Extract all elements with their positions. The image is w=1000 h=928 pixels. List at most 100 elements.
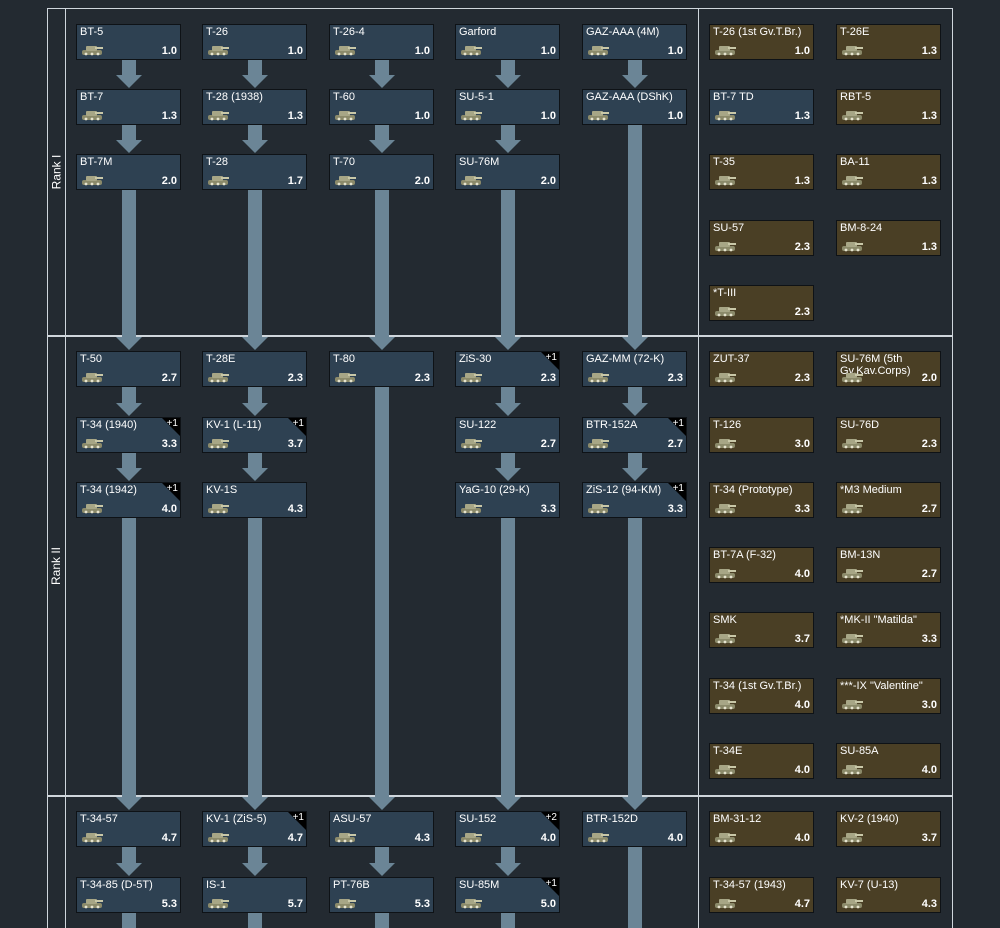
tank-icon (713, 434, 737, 450)
vehicle-card[interactable]: IS-1 5.7 (202, 877, 307, 913)
vehicle-card[interactable]: T-70 2.0 (329, 154, 434, 190)
vehicle-card[interactable]: SU-85M 5.0 +1 (455, 877, 560, 913)
vehicle-card[interactable]: PT-76B 5.3 (329, 877, 434, 913)
research-arrow-icon (369, 337, 395, 350)
vehicle-name: T-26 (206, 26, 229, 38)
vehicle-card[interactable]: T-26-4 1.0 (329, 24, 434, 60)
tank-icon (713, 106, 737, 122)
vehicle-card[interactable]: SU-122 2.7 (455, 417, 560, 453)
battle-rating: 1.0 (540, 110, 556, 122)
research-arrow-icon (116, 468, 142, 481)
group-count-badge: +2 (545, 812, 557, 823)
battle-rating: 3.7 (794, 633, 810, 645)
vehicle-card[interactable]: SU-76D 2.3 (836, 417, 941, 453)
vehicle-card[interactable]: GAZ-MM (72-K) 2.3 (582, 351, 687, 387)
vehicle-card[interactable]: T-34 (1st Gv.T.Br.) 4.0 (709, 678, 814, 714)
vehicle-card[interactable]: Garford 1.0 (455, 24, 560, 60)
battle-rating: 2.3 (794, 372, 810, 384)
vehicle-card[interactable]: T-60 1.0 (329, 89, 434, 125)
vehicle-card[interactable]: BT-5 1.0 (76, 24, 181, 60)
vehicle-card[interactable]: BT-7 1.3 (76, 89, 181, 125)
vehicle-card[interactable]: T-126 3.0 (709, 417, 814, 453)
vehicle-card[interactable]: T-35 1.3 (709, 154, 814, 190)
vehicle-card[interactable]: BTR-152D 4.0 (582, 811, 687, 847)
vehicle-card[interactable]: T-26E 1.3 (836, 24, 941, 60)
vehicle-card[interactable]: BT-7M 2.0 (76, 154, 181, 190)
tank-icon (80, 828, 104, 844)
vehicle-card[interactable]: T-34E 4.0 (709, 743, 814, 779)
vehicle-card[interactable]: T-28 (1938) 1.3 (202, 89, 307, 125)
vehicle-card[interactable]: SU-76M 2.0 (455, 154, 560, 190)
vehicle-card[interactable]: T-34-57 (1943) 4.7 (709, 877, 814, 913)
vehicle-card[interactable]: T-28 1.7 (202, 154, 307, 190)
vehicle-name: KV-7 (U-13) (840, 879, 899, 891)
vehicle-card[interactable]: SU-5-1 1.0 (455, 89, 560, 125)
battle-rating: 4.0 (540, 832, 556, 844)
tank-icon (459, 106, 483, 122)
vehicle-name: BT-5 (80, 26, 104, 38)
research-arrow-icon (622, 337, 648, 350)
vehicle-card[interactable]: BT-7A (F-32) 4.0 (709, 547, 814, 583)
battle-rating: 1.0 (414, 45, 430, 57)
vehicle-card[interactable]: KV-1S 4.3 (202, 482, 307, 518)
vehicle-card[interactable]: T-26 (1st Gv.T.Br.) 1.0 (709, 24, 814, 60)
battle-rating: 3.3 (540, 503, 556, 515)
battle-rating: 1.0 (540, 45, 556, 57)
research-arrow-icon (242, 863, 268, 876)
vehicle-card[interactable]: ZUT-37 2.3 (709, 351, 814, 387)
vehicle-card[interactable]: SU-85A 4.0 (836, 743, 941, 779)
research-connector (501, 453, 515, 468)
vehicle-card[interactable]: KV-1 (ZiS-5) 4.7 +1 (202, 811, 307, 847)
vehicle-card[interactable]: SMK 3.7 (709, 612, 814, 648)
vehicle-card[interactable]: ***-IX "Valentine" 3.0 (836, 678, 941, 714)
vehicle-name: *MK-II "Matilda" (840, 614, 917, 626)
research-connector (248, 125, 262, 140)
vehicle-card[interactable]: ZiS-30 2.3 +1 (455, 351, 560, 387)
battle-rating: 2.0 (161, 175, 177, 187)
vehicle-card[interactable]: *M3 Medium 2.7 (836, 482, 941, 518)
vehicle-card[interactable]: *T-III 2.3 (709, 285, 814, 321)
vehicle-card[interactable]: KV-2 (1940) 3.7 (836, 811, 941, 847)
vehicle-card[interactable]: YaG-10 (29-K) 3.3 (455, 482, 560, 518)
vehicle-card[interactable]: BTR-152A 2.7 +1 (582, 417, 687, 453)
vehicle-name: SU-76D (840, 419, 880, 431)
research-connector (248, 60, 262, 75)
vehicle-card[interactable]: BM-8-24 1.3 (836, 220, 941, 256)
vehicle-card[interactable]: T-28E 2.3 (202, 351, 307, 387)
vehicle-card[interactable]: BA-11 1.3 (836, 154, 941, 190)
vehicle-card[interactable]: RBT-5 1.3 (836, 89, 941, 125)
vehicle-card[interactable]: ASU-57 4.3 (329, 811, 434, 847)
vehicle-card[interactable]: T-34 (Prototype) 3.3 (709, 482, 814, 518)
vehicle-card[interactable]: BT-7 TD 1.3 (709, 89, 814, 125)
vehicle-card[interactable]: T-34 (1942) 4.0 +1 (76, 482, 181, 518)
vehicle-card[interactable]: SU-152 4.0 +2 (455, 811, 560, 847)
tank-icon (206, 499, 230, 515)
vehicle-card[interactable]: T-34-85 (D-5T) 5.3 (76, 877, 181, 913)
vehicle-card[interactable]: SU-76M (5th Gv.Kav.Corps) 2.0 (836, 351, 941, 387)
vehicle-card[interactable]: *MK-II "Matilda" 3.3 (836, 612, 941, 648)
vehicle-card[interactable]: T-26 1.0 (202, 24, 307, 60)
vehicle-card[interactable]: SU-57 2.3 (709, 220, 814, 256)
research-connector (375, 125, 389, 140)
vehicle-name: BTR-152D (586, 813, 638, 825)
vehicle-card[interactable]: KV-7 (U-13) 4.3 (836, 877, 941, 913)
vehicle-name: BA-11 (840, 156, 870, 168)
vehicle-name: IS-1 (206, 879, 227, 891)
tank-icon (840, 629, 864, 645)
tank-icon (459, 368, 483, 384)
research-connector (628, 125, 642, 338)
vehicle-card[interactable]: BM-31-12 4.0 (709, 811, 814, 847)
tank-icon (459, 828, 483, 844)
battle-rating: 1.0 (161, 45, 177, 57)
vehicle-card[interactable]: GAZ-AAA (DShK) 1.0 (582, 89, 687, 125)
vehicle-card[interactable]: T-80 2.3 (329, 351, 434, 387)
vehicle-card[interactable]: BM-13N 2.7 (836, 547, 941, 583)
vehicle-card[interactable]: GAZ-AAA (4M) 1.0 (582, 24, 687, 60)
vehicle-card[interactable]: KV-1 (L-11) 3.7 +1 (202, 417, 307, 453)
vehicle-card[interactable]: T-34-57 4.7 (76, 811, 181, 847)
vehicle-card[interactable]: T-50 2.7 (76, 351, 181, 387)
battle-rating: 2.3 (794, 241, 810, 253)
vehicle-card[interactable]: T-34 (1940) 3.3 +1 (76, 417, 181, 453)
vehicle-card[interactable]: ZiS-12 (94-KM) 3.3 +1 (582, 482, 687, 518)
vehicle-name: T-70 (333, 156, 356, 168)
